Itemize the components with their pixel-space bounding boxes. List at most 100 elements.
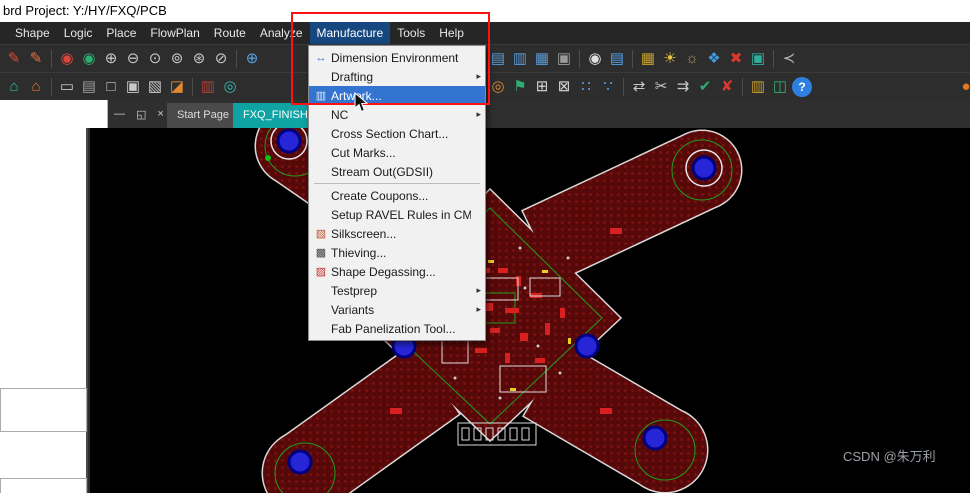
menu-bar: Shape Logic Place FlowPlan Route Analyze…: [0, 22, 970, 44]
close-icon[interactable]: ×: [157, 108, 163, 120]
menu-item-label: Variants: [331, 302, 375, 317]
dots-blue-icon[interactable]: ∷: [576, 77, 596, 97]
grid-delete-icon[interactable]: ⊠: [554, 77, 574, 97]
title-bar: brd Project: Y:/HY/FXQ/PCB: [0, 0, 970, 22]
delete-icon[interactable]: ✖: [726, 49, 746, 69]
menu-item-fab-panelization-tool[interactable]: Fab Panelization Tool...: [309, 319, 485, 338]
menu-item-drafting[interactable]: Drafting ▸: [309, 67, 485, 86]
board-grid-icon[interactable]: ▥: [510, 49, 530, 69]
route-check-icon[interactable]: ✔: [695, 77, 715, 97]
layer-select-icon[interactable]: ▣: [554, 49, 574, 69]
select-rect-icon[interactable]: ▭: [57, 77, 77, 97]
target-a-icon[interactable]: ◎: [488, 77, 508, 97]
cut-icon[interactable]: ✂: [651, 77, 671, 97]
menu-route[interactable]: Route: [207, 22, 253, 44]
menu-item-shape-degassing[interactable]: ▨ Shape Degassing...: [309, 262, 485, 281]
menu-item-label: Shape Degassing...: [331, 264, 436, 279]
menu-item-label: Thieving...: [331, 245, 387, 260]
route-swap-icon[interactable]: ⇄: [629, 77, 649, 97]
menu-flowplan[interactable]: FlowPlan: [143, 22, 206, 44]
record-red-icon[interactable]: ◉: [57, 49, 77, 69]
menu-item-stream-out-gdsii[interactable]: Stream Out(GDSII): [309, 162, 485, 181]
menu-help[interactable]: Help: [432, 22, 471, 44]
bell-icon[interactable]: ●: [956, 77, 970, 97]
dim-icon[interactable]: ☼: [682, 49, 702, 69]
chip-icon[interactable]: ▥: [748, 77, 768, 97]
rect-filled-icon[interactable]: ▣: [123, 77, 143, 97]
tab-start-page[interactable]: Start Page: [167, 103, 239, 128]
home-icon[interactable]: ⌂: [4, 77, 24, 97]
pencil-delete-icon[interactable]: ✎: [4, 49, 24, 69]
flag-icon[interactable]: ⚑: [510, 77, 530, 97]
restore-icon[interactable]: ◱: [136, 108, 146, 121]
menu-item-cut-marks[interactable]: Cut Marks...: [309, 143, 485, 162]
toolbar-separator: [632, 50, 633, 68]
menu-item-variants[interactable]: Variants ▸: [309, 300, 485, 319]
submenu-arrow-icon: ▸: [476, 285, 481, 295]
board-dark-icon[interactable]: ▤: [79, 77, 99, 97]
hatch-icon[interactable]: ▧: [145, 77, 165, 97]
share-icon[interactable]: ≺: [779, 49, 799, 69]
menu-item-create-coupons[interactable]: Create Coupons...: [309, 186, 485, 205]
zoom-window-icon[interactable]: ⊙: [145, 49, 165, 69]
zoom-in-icon[interactable]: ⊕: [101, 49, 121, 69]
menu-item-setup-ravel-rules[interactable]: Setup RAVEL Rules in CM...: [309, 205, 485, 224]
pcb-canvas[interactable]: [90, 105, 970, 493]
grid-icon[interactable]: ⊞: [532, 77, 552, 97]
rect-outline-icon[interactable]: □: [101, 77, 121, 97]
menu-item-thieving[interactable]: ▩ Thieving...: [309, 243, 485, 262]
route-block-icon[interactable]: ✘: [717, 77, 737, 97]
menu-logic[interactable]: Logic: [57, 22, 100, 44]
menu-item-cross-section-chart[interactable]: Cross Section Chart...: [309, 124, 485, 143]
toolbar-separator: [192, 78, 193, 96]
connect-icon[interactable]: ❖: [704, 49, 724, 69]
submenu-arrow-icon: ▸: [476, 304, 481, 314]
shape-orange-icon[interactable]: ◪: [167, 77, 187, 97]
dots-blue2-icon[interactable]: ∵: [598, 77, 618, 97]
crosshair-icon[interactable]: ⊕: [242, 49, 262, 69]
menu-analyze[interactable]: Analyze: [253, 22, 310, 44]
pencil-icon[interactable]: ✎: [26, 49, 46, 69]
board-layers-icon[interactable]: ▦: [532, 49, 552, 69]
menu-place[interactable]: Place: [99, 22, 143, 44]
color-board-icon[interactable]: ▦: [638, 49, 658, 69]
menu-item-label: Stream Out(GDSII): [331, 164, 434, 179]
zoom-previous-icon[interactable]: ⊘: [211, 49, 231, 69]
menu-tools[interactable]: Tools: [390, 22, 432, 44]
toolbar-separator: [773, 50, 774, 68]
minimize-icon[interactable]: —: [114, 108, 125, 120]
image-icon[interactable]: ▣: [748, 49, 768, 69]
ring-teal-icon[interactable]: ◎: [220, 77, 240, 97]
pcb-red-icon[interactable]: ▥: [198, 77, 218, 97]
toolbar-separator: [579, 50, 580, 68]
menu-item-artwork[interactable]: ▥ Artwork...: [309, 86, 485, 105]
menu-item-silkscreen[interactable]: ▧ Silkscreen...: [309, 224, 485, 243]
zoom-fit-icon[interactable]: ⊚: [167, 49, 187, 69]
tab-fxq-finish[interactable]: FXQ_FINISH: [233, 103, 318, 128]
eye-icon[interactable]: ◉: [585, 49, 605, 69]
panel-box: [0, 388, 87, 432]
artwork-icon: ▥: [315, 90, 327, 102]
design-canvas[interactable]: [90, 105, 970, 493]
doc-report-icon[interactable]: ▤: [607, 49, 627, 69]
record-green-icon[interactable]: ◉: [79, 49, 99, 69]
route-multi-icon[interactable]: ⇉: [673, 77, 693, 97]
menu-item-label: Create Coupons...: [331, 188, 429, 203]
help-icon[interactable]: ?: [792, 77, 812, 97]
menu-item-testprep[interactable]: Testprep ▸: [309, 281, 485, 300]
menu-item-label: Fab Panelization Tool...: [331, 321, 456, 336]
menu-manufacture[interactable]: Manufacture: [309, 22, 391, 44]
submenu-arrow-icon: ▸: [476, 109, 481, 119]
home-move-icon[interactable]: ⌂: [26, 77, 46, 97]
menu-item-label: Drafting: [331, 69, 374, 84]
zoom-out-icon[interactable]: ⊖: [123, 49, 143, 69]
menu-shape[interactable]: Shape: [8, 22, 57, 44]
side-panel[interactable]: [0, 128, 88, 493]
board-view-icon[interactable]: ▤: [488, 49, 508, 69]
menu-item-dimension-environment[interactable]: ↔ Dimension Environment: [309, 48, 485, 67]
menu-item-nc[interactable]: NC ▸: [309, 105, 485, 124]
toolbar2-group-right: ◎ ⚑ ⊞ ⊠ ∷ ∵ ⇄ ✂ ⇉ ✔ ✘ ▥ ◫ ?: [488, 73, 812, 101]
export-icon[interactable]: ◫: [770, 77, 790, 97]
brightness-icon[interactable]: ☀: [660, 49, 680, 69]
zoom-world-icon[interactable]: ⊛: [189, 49, 209, 69]
